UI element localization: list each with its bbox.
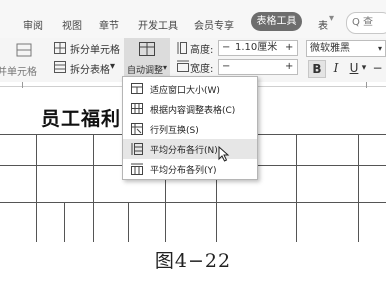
distribute-columns-icon bbox=[131, 163, 143, 175]
font-name-value: 微软雅黑 bbox=[310, 43, 350, 54]
table-border bbox=[358, 134, 359, 242]
menu-item-fit-contents[interactable]: 根据内容调整表格(C) bbox=[123, 99, 257, 119]
split-table-button[interactable]: 拆分表格 bbox=[70, 61, 110, 76]
table-border bbox=[36, 134, 37, 242]
chevron-down-icon: ▾ bbox=[377, 44, 382, 53]
fit-window-icon bbox=[131, 83, 143, 94]
table-border bbox=[296, 134, 297, 242]
height-label: 高度: bbox=[190, 45, 214, 56]
merge-cells-icon[interactable] bbox=[16, 43, 32, 57]
tab-sections[interactable]: 章节 bbox=[99, 17, 119, 32]
split-cells-icon[interactable] bbox=[54, 42, 66, 54]
margin-mark bbox=[366, 82, 367, 88]
table-border bbox=[128, 202, 129, 242]
italic-button[interactable]: I bbox=[328, 60, 344, 76]
margin-mark bbox=[22, 82, 23, 88]
width-increment-button[interactable]: + bbox=[285, 60, 293, 74]
menu-item-label: 根据内容调整表格(C) bbox=[150, 106, 236, 116]
width-decrement-button[interactable]: − bbox=[222, 60, 230, 74]
bold-button[interactable]: B bbox=[308, 60, 326, 78]
transpose-icon bbox=[131, 123, 143, 135]
table-border bbox=[64, 202, 65, 242]
height-value[interactable]: 1.10厘米 bbox=[235, 41, 277, 55]
menu-item-distribute-rows[interactable]: 平均分布各行(N) bbox=[123, 139, 257, 159]
menu-item-fit-window[interactable]: 适应窗口大小(W) bbox=[123, 79, 257, 99]
tab-table-style[interactable]: 表 bbox=[318, 17, 328, 32]
search-label: Q 查 bbox=[352, 17, 374, 28]
height-increment-button[interactable]: + bbox=[285, 41, 293, 55]
document-title[interactable]: 员工福利 bbox=[41, 104, 121, 131]
auto-adjust-menu: 适应窗口大小(W) 根据内容调整表格(C) 行列互换(S) 平均分布各行(N) bbox=[122, 76, 258, 180]
underline-dropdown-icon[interactable]: ▾ bbox=[359, 60, 369, 76]
table-border bbox=[93, 134, 94, 242]
figure-caption: 图4−22 bbox=[154, 250, 232, 272]
auto-adjust-label: 自动调整 bbox=[127, 66, 164, 76]
font-name-select[interactable]: 微软雅黑 ▾ bbox=[306, 40, 386, 57]
menu-item-label: 行列互换(S) bbox=[150, 126, 199, 136]
distribute-rows-icon bbox=[131, 143, 143, 155]
column-width-icon bbox=[177, 60, 189, 72]
tab-developer-tools[interactable]: 开发工具 bbox=[138, 17, 178, 32]
font-color-icon[interactable]: − bbox=[369, 60, 386, 76]
menu-item-label: 平均分布各行(N) bbox=[150, 146, 218, 156]
merge-cells-label[interactable]: 并单元格 bbox=[0, 63, 37, 78]
tab-member[interactable]: 会员专享 bbox=[194, 17, 234, 32]
menu-item-label: 平均分布各列(Y) bbox=[150, 166, 217, 176]
search-box[interactable]: Q 查 bbox=[346, 12, 386, 34]
mouse-pointer-icon bbox=[218, 146, 230, 162]
width-spinbox[interactable]: − + bbox=[218, 59, 298, 75]
menu-item-label: 适应窗口大小(W) bbox=[150, 86, 220, 96]
split-cells-button[interactable]: 拆分单元格 bbox=[70, 41, 120, 56]
tab-table-tools[interactable]: 表格工具 bbox=[251, 12, 302, 31]
height-spinbox[interactable]: − 1.10厘米 + bbox=[218, 40, 298, 56]
menu-bar: 审阅 视图 章节 开发工具 会员专享 表格工具 表 ▾ Q 查 bbox=[0, 0, 386, 38]
split-table-icon[interactable] bbox=[54, 61, 66, 73]
width-label: 宽度: bbox=[190, 64, 214, 75]
menu-item-transpose[interactable]: 行列互换(S) bbox=[123, 119, 257, 139]
table-border bbox=[0, 202, 386, 203]
tab-review[interactable]: 审阅 bbox=[23, 17, 43, 32]
height-decrement-button[interactable]: − bbox=[222, 41, 230, 55]
auto-adjust-icon bbox=[139, 42, 155, 56]
tab-view[interactable]: 视图 bbox=[62, 17, 82, 32]
fit-contents-icon bbox=[131, 103, 143, 114]
auto-adjust-dropdown-icon: ▾ bbox=[163, 63, 168, 72]
more-tabs-icon[interactable]: ▾ bbox=[329, 13, 334, 24]
menu-item-distribute-columns[interactable]: 平均分布各列(Y) bbox=[123, 159, 257, 179]
split-table-dropdown-icon[interactable]: ▾ bbox=[110, 61, 115, 72]
row-height-icon bbox=[177, 42, 187, 54]
